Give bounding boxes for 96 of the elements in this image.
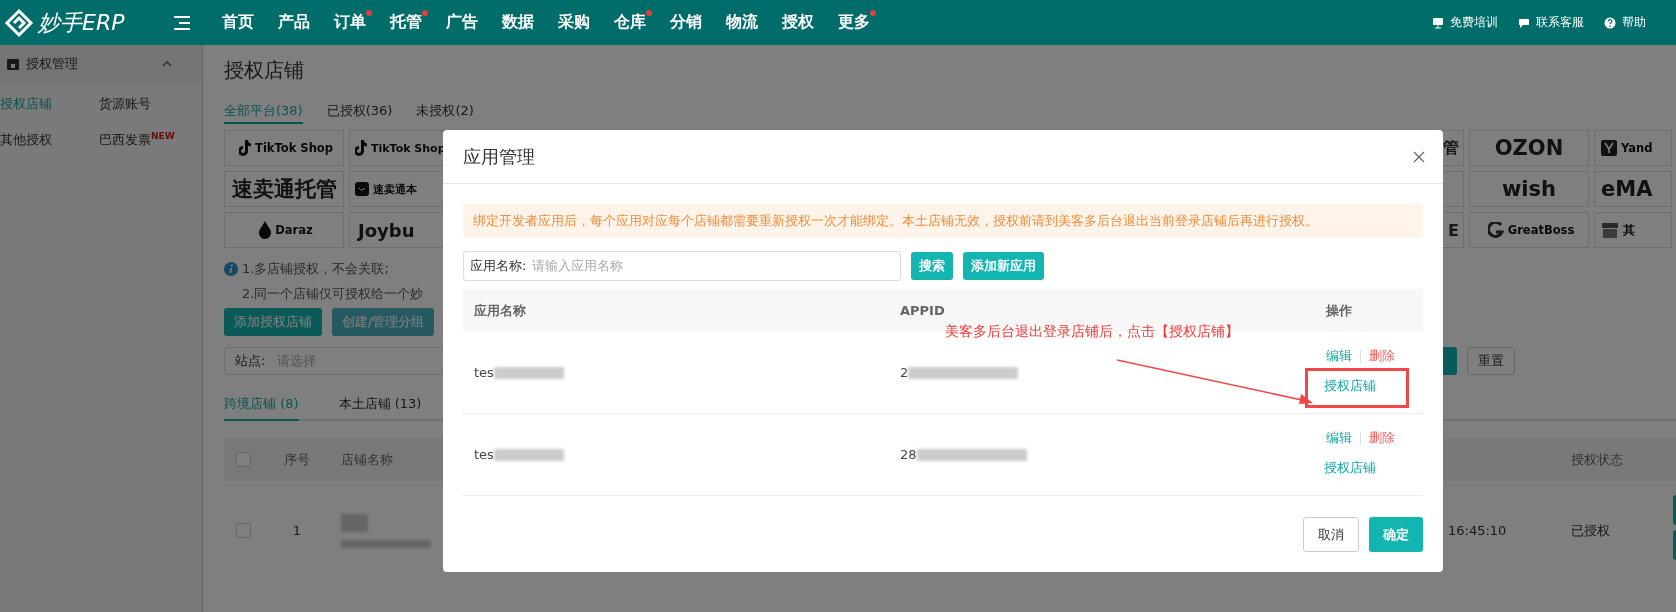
sidebar-item[interactable]: 巴西发票$^{NEW}$ — [99, 131, 198, 150]
platform-name: wish — [1501, 177, 1557, 201]
nav-item[interactable]: 分销 — [658, 12, 714, 33]
logo-text: 妙手ERP — [38, 8, 125, 37]
authorize-link[interactable]: 授权店铺 — [1324, 378, 1376, 393]
checkbox[interactable] — [236, 523, 251, 538]
presentation-icon — [1432, 16, 1444, 29]
close-icon[interactable] — [1413, 150, 1425, 163]
nav-item[interactable]: 授权 — [770, 12, 826, 33]
platform-tile[interactable]: Daraz — [224, 212, 344, 248]
table-cell: 28 — [900, 447, 917, 462]
help-icon — [1604, 16, 1616, 29]
reset-button[interactable]: 重置 — [1467, 347, 1515, 375]
app-name-field[interactable]: 应用名称: 请输入应用名称 — [463, 251, 901, 281]
music-note-icon — [239, 140, 252, 156]
nav-item[interactable]: 数据 — [490, 12, 546, 33]
annotation-text: 美客多后台退出登录店铺后，点击【授权店铺】 — [945, 323, 1239, 341]
nav-item[interactable]: 物流 — [714, 12, 770, 33]
nav-item[interactable]: 采购 — [546, 12, 602, 33]
table-cell: 2 — [900, 365, 909, 380]
platform-tile[interactable]: wish — [1469, 171, 1589, 207]
platform-name: Yand — [1621, 141, 1653, 155]
platform-tile[interactable]: 速卖通托管 — [224, 171, 344, 207]
checkbox[interactable] — [236, 452, 251, 467]
top-link[interactable]: 帮助 — [1604, 14, 1646, 31]
shop-icon — [6, 57, 20, 71]
table-cell-text: 已授权 — [1570, 521, 1611, 540]
page-title: 授权店铺 — [224, 57, 305, 84]
platform-name: OZON — [1494, 136, 1564, 160]
blurred-text — [493, 366, 564, 379]
platform-name: E — [1448, 220, 1459, 240]
nav-item[interactable]: 首页 — [210, 12, 266, 33]
platform-name: eMA — [1601, 177, 1653, 201]
menu-icon[interactable] — [174, 15, 190, 30]
table-cell: tes — [474, 447, 494, 462]
chat-icon — [1518, 16, 1530, 29]
platform-name: Joybu — [358, 219, 415, 241]
platform-name: 速卖通托管 — [231, 176, 337, 203]
modal-button[interactable]: 搜索 — [911, 252, 953, 280]
column-header: 操作 — [1325, 301, 1353, 320]
delete-link[interactable]: 删除 — [1369, 429, 1395, 447]
sidebar-item[interactable]: 货源账号 — [99, 95, 198, 113]
new-label: NEW — [151, 131, 175, 141]
column-header: 应用名称 — [473, 301, 527, 320]
nav-item[interactable]: 广告 — [434, 12, 490, 33]
filter-tab[interactable]: 未授权(2) — [416, 102, 474, 124]
edit-link[interactable]: 编辑 — [1326, 429, 1352, 447]
platform-tile[interactable]: OZON — [1469, 130, 1589, 166]
drop-icon — [259, 221, 272, 239]
authorize-link[interactable]: 授权店铺 — [1324, 460, 1376, 475]
g-logo-icon — [1487, 222, 1504, 238]
bag-icon — [355, 182, 369, 196]
nav-item[interactable]: 仓库 — [602, 12, 658, 33]
store-icon — [1601, 222, 1619, 238]
column-header: 授权状态 — [1570, 450, 1624, 469]
column-header: 序号 — [283, 450, 311, 469]
table-cell-text: 16:45:10 — [1447, 523, 1508, 538]
column-header: APPID — [899, 303, 946, 318]
platform-name: 其 — [1623, 222, 1635, 238]
platform-name: 管 — [1443, 137, 1459, 159]
top-link[interactable]: 免费培训 — [1432, 14, 1498, 31]
nav-item[interactable]: 订单 — [322, 12, 378, 33]
platform-tile[interactable]: TikTok Shop — [224, 130, 344, 166]
platform-name: GreatBoss — [1507, 223, 1575, 237]
delete-link[interactable]: 删除 — [1369, 347, 1395, 365]
filter-tab[interactable]: 已授权(36) — [326, 102, 393, 124]
blurred-text — [341, 513, 368, 532]
table-cell: tes — [474, 365, 494, 380]
sidebar-item[interactable]: 其他授权 — [0, 131, 99, 150]
warning-alert: 绑定开发者应用后，每个应用对应每个店铺都需要重新授权一次才能绑定。本土店铺无效，授权前请到美客多后台退出当前登录店铺后再进行授权。 — [463, 204, 1423, 238]
chevron-icon — [162, 61, 172, 67]
edit-link[interactable]: 编辑 — [1326, 347, 1352, 365]
tip-text: 1.多店铺授权，不会关联; — [242, 259, 389, 278]
nav-item[interactable]: 更多 — [826, 12, 882, 33]
platform-tile[interactable]: GreatBoss — [1469, 212, 1589, 248]
platform-tile[interactable]: eMA — [1594, 171, 1672, 207]
nav-item[interactable]: 托管 — [378, 12, 434, 33]
modal-button[interactable]: 添加新应用 — [963, 252, 1044, 280]
dialog-button[interactable]: 确定 — [1369, 517, 1423, 552]
platform-name: TikTok Shop — [255, 141, 333, 155]
platform-tile[interactable]: 其 — [1594, 212, 1672, 248]
platform-name: 速卖通本 — [373, 181, 417, 197]
letter-y-icon — [1601, 140, 1617, 156]
dialog-button[interactable]: 取消 — [1303, 517, 1359, 552]
store-tab[interactable]: 本土店铺 (13) — [338, 395, 422, 421]
column-header: 店铺名称 — [341, 450, 393, 469]
nav-item[interactable]: 产品 — [266, 12, 322, 33]
platform-tile[interactable]: Yand — [1594, 130, 1672, 166]
logo-icon — [4, 7, 34, 38]
sidebar-section-header[interactable]: 授权管理 — [0, 45, 202, 83]
music-note-icon — [355, 140, 367, 156]
top-link[interactable]: 联系客服 — [1518, 14, 1584, 31]
table-cell-text: 1 — [291, 523, 303, 538]
blurred-text — [493, 448, 564, 461]
info-icon — [224, 261, 238, 276]
platform-name: Daraz — [275, 223, 313, 237]
